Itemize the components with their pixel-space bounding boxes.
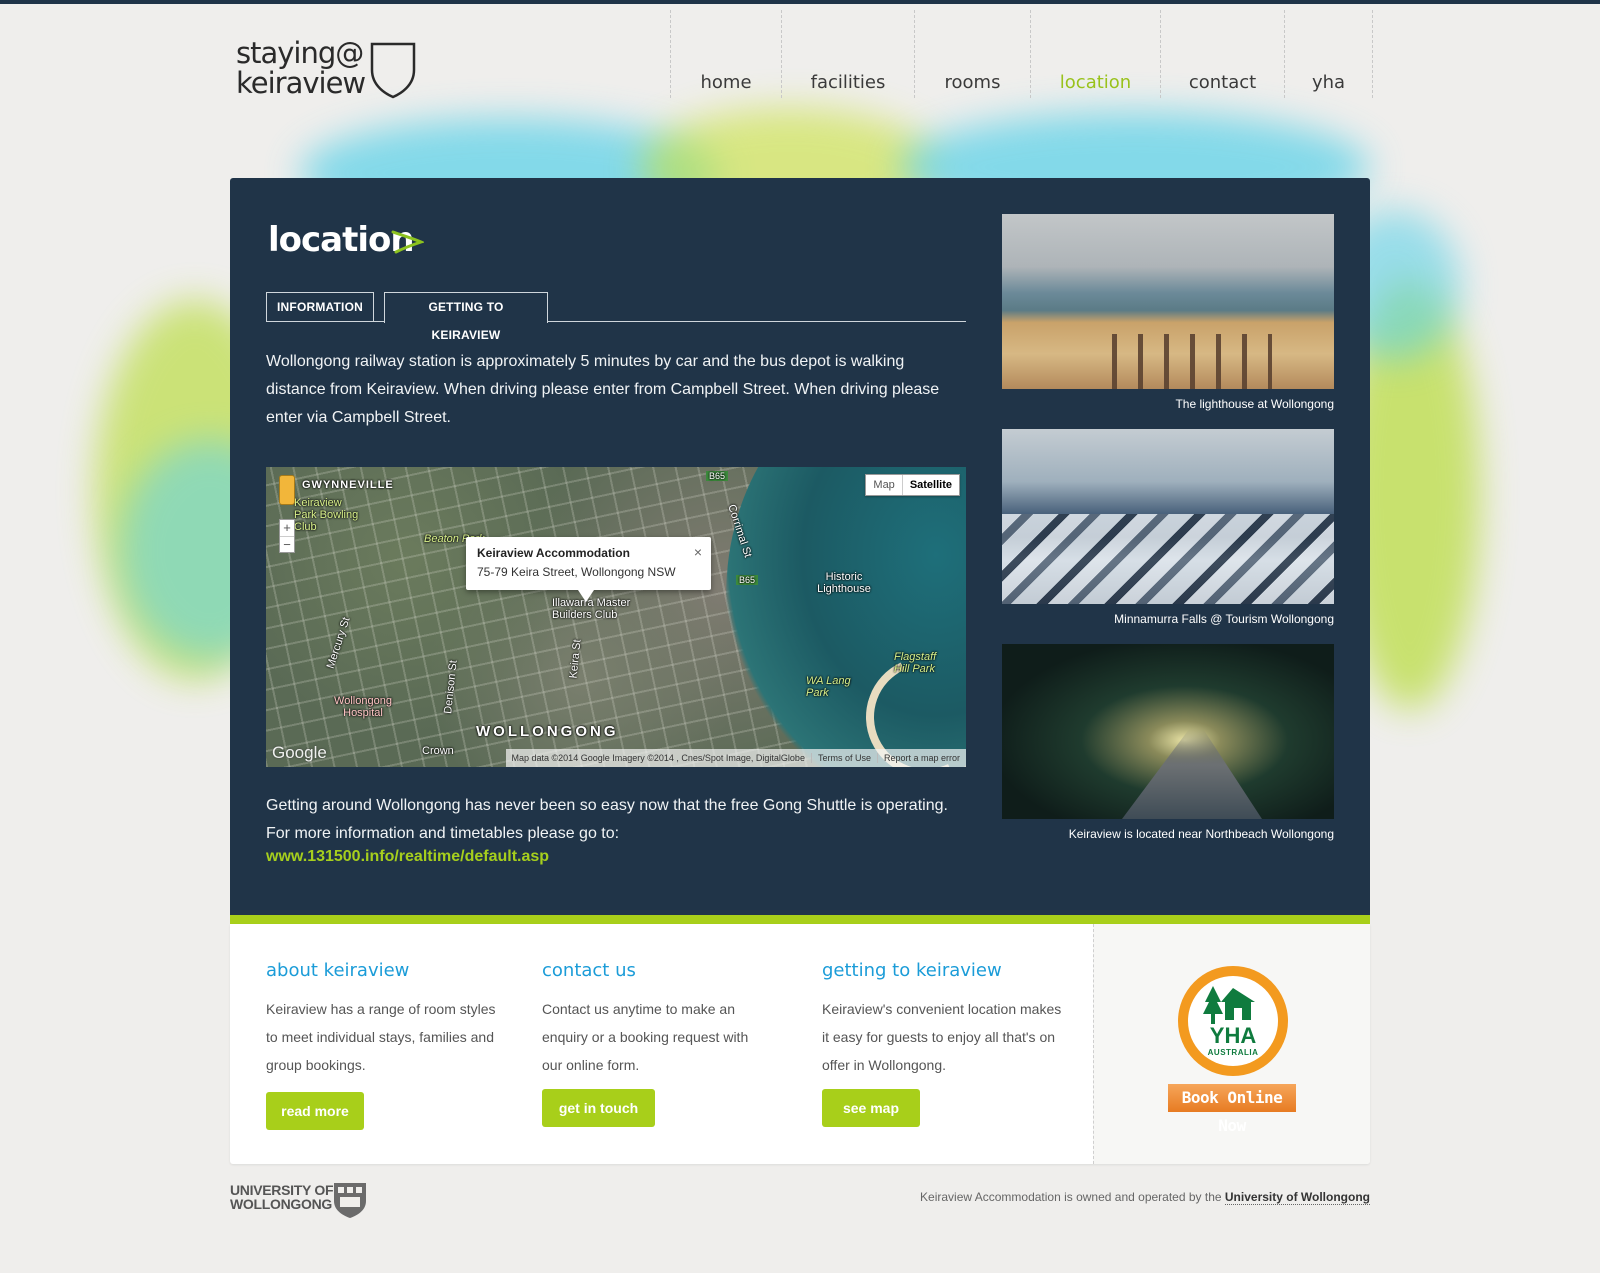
logo-text-line2: keiraview <box>236 66 366 100</box>
photo-lighthouse[interactable] <box>1002 214 1334 389</box>
zoom-out-button[interactable]: − <box>280 536 294 552</box>
map-label: Crown <box>422 745 454 757</box>
site-logo[interactable]: staying@ keiraview <box>236 36 416 106</box>
shuttle-timetable-link[interactable]: www.131500.info/realtime/default.asp <box>266 848 549 866</box>
arrow-icon <box>391 230 424 254</box>
about-heading: about keiraview <box>266 960 410 981</box>
getting-heading: getting to keiraview <box>822 960 1002 981</box>
map-label: Wollongong Hospital <box>334 695 392 719</box>
nav-rooms[interactable]: rooms <box>915 10 1031 98</box>
yha-logo-sub: AUSTRALIA <box>1207 1048 1259 1057</box>
yha-logo-inner: YHA AUSTRALIA <box>1188 976 1278 1066</box>
yha-panel: YHA AUSTRALIA Book Online Now <box>1093 924 1370 1164</box>
photo-northbeach[interactable] <box>1002 644 1334 819</box>
close-icon[interactable]: × <box>694 544 702 560</box>
nav-facilities[interactable]: facilities <box>782 10 915 98</box>
uow-line1: UNIVERSITY OF <box>230 1182 334 1198</box>
footer-box: about keiraview Keiraview has a range of… <box>230 924 1370 1164</box>
map-type-satellite-button[interactable]: Satellite <box>901 475 959 495</box>
map-label: Historic Lighthouse <box>817 571 871 595</box>
tab-getting-to-keiraview[interactable]: GETTING TO KEIRAVIEW <box>384 292 548 342</box>
photo-caption: Minnamurra Falls @ Tourism Wollongong <box>1114 612 1334 626</box>
zoom-control: + − <box>279 519 295 553</box>
google-map[interactable]: GWYNNEVILLE Keiraview Park Bowling Club … <box>266 467 966 767</box>
shield-icon <box>370 42 416 99</box>
photo-minnamurra[interactable] <box>1002 429 1334 604</box>
road-shield: B65 <box>706 471 729 481</box>
crest-icon <box>334 1183 366 1218</box>
tab-information[interactable]: INFORMATION <box>266 292 374 322</box>
map-label: WA Lang Park <box>806 675 851 699</box>
yha-logo[interactable]: YHA AUSTRALIA <box>1178 966 1288 1076</box>
map-type-map-button[interactable]: Map <box>866 475 901 495</box>
report-map-error-link[interactable]: Report a map error <box>876 753 966 763</box>
nav-location[interactable]: location <box>1031 10 1161 98</box>
map-label: Keiraview Park Bowling Club <box>294 497 359 533</box>
uow-link[interactable]: University of Wollongong <box>1224 1190 1370 1205</box>
photo-detail <box>1122 729 1262 819</box>
uow-line2: WOLLONGONG <box>230 1196 332 1212</box>
nav-home[interactable]: home <box>671 10 782 98</box>
nav-yha[interactable]: yha <box>1285 10 1373 98</box>
pegman-icon[interactable] <box>279 475 295 505</box>
getting-text: Keiraview's convenient location makes it… <box>822 1001 1062 1073</box>
yha-logo-text: YHA <box>1209 1023 1257 1048</box>
outro-paragraph: Getting around Wollongong has never been… <box>266 797 948 842</box>
terms-of-use-link[interactable]: Terms of Use <box>810 753 877 763</box>
ownership-text: Keiraview Accommodation is owned and ope… <box>920 1190 1222 1204</box>
tab-bar: INFORMATION GETTING TO KEIRAVIEW <box>266 292 966 342</box>
map-attribution-bar: Map data ©2014 Google Imagery ©2014 , Cn… <box>505 749 966 767</box>
map-info-window: Keiraview Accommodation 75-79 Keira Stre… <box>466 537 711 602</box>
map-label: Illawarra Master Builders Club <box>552 597 631 621</box>
intro-paragraph: Wollongong railway station is approximat… <box>266 353 940 426</box>
house-tree-icon <box>1203 986 1255 1024</box>
about-text: Keiraview has a range of room styles to … <box>266 1001 496 1073</box>
road-shield: B65 <box>736 575 759 585</box>
top-bar <box>0 0 1600 4</box>
contact-column: contact us Contact us anytime to make an… <box>542 960 772 1079</box>
zoom-in-button[interactable]: + <box>280 520 294 536</box>
photo-detail <box>1112 334 1272 389</box>
info-window-address: 75-79 Keira Street, Wollongong NSW <box>477 565 676 579</box>
accent-stripe <box>230 915 1370 924</box>
google-logo: Google <box>272 743 327 762</box>
map-label: WOLLONGONG <box>476 723 619 740</box>
logo-text-line1: staying@ <box>236 36 364 70</box>
nav-contact[interactable]: contact <box>1161 10 1285 98</box>
photo-caption: The lighthouse at Wollongong <box>1175 397 1334 411</box>
map-label: GWYNNEVILLE <box>302 479 394 491</box>
main-nav: home facilities rooms location contact y… <box>670 10 1373 98</box>
read-more-button[interactable]: read more <box>266 1092 364 1130</box>
get-in-touch-button[interactable]: get in touch <box>542 1089 655 1127</box>
about-column: about keiraview Keiraview has a range of… <box>266 960 496 1079</box>
contact-text: Contact us anytime to make an enquiry or… <box>542 1001 749 1073</box>
ownership-notice: Keiraview Accommodation is owned and ope… <box>920 1190 1370 1205</box>
getting-column: getting to keiraview Keiraview's conveni… <box>822 960 1067 1079</box>
book-online-button[interactable]: Book Online Now <box>1168 1084 1296 1135</box>
photo-caption: Keiraview is located near Northbeach Wol… <box>1068 827 1334 841</box>
map-attribution: Map data ©2014 Google Imagery ©2014 , Cn… <box>511 753 805 763</box>
map-label: Flagstaff Hill Park <box>894 651 937 675</box>
map-type-toggle: Map Satellite <box>865 474 960 496</box>
photo-detail <box>1002 514 1334 604</box>
main-panel: location INFORMATION GETTING TO KEIRAVIE… <box>230 178 1370 915</box>
uow-logo[interactable]: UNIVERSITY OF WOLLONGONG <box>230 1181 370 1221</box>
contact-heading: contact us <box>542 960 636 981</box>
info-window-title: Keiraview Accommodation <box>477 546 630 560</box>
uow-logo-text: UNIVERSITY OF WOLLONGONG <box>230 1182 334 1212</box>
see-map-button[interactable]: see map <box>822 1089 920 1127</box>
